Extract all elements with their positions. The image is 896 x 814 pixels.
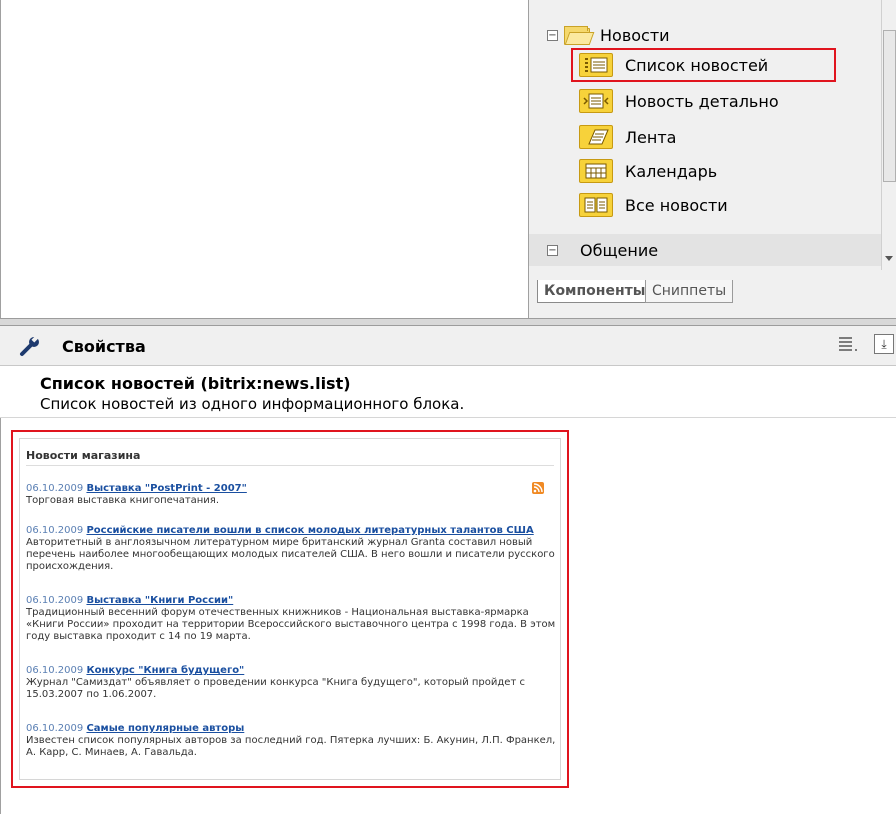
calendar-icon — [579, 159, 613, 183]
news-title-link[interactable]: Самые популярные авторы — [86, 723, 244, 734]
news-text: Торговая выставка книгопечатания. — [26, 495, 220, 506]
all-news-icon — [579, 193, 613, 217]
components-panel: − Новости Список новостей Новость деталь… — [529, 0, 896, 318]
tree-item-label: Список новостей — [625, 55, 769, 75]
news-title-link[interactable]: Выставка "PostPrint - 2007" — [86, 483, 246, 494]
news-item: 06.10.2009 Российские писатели вошли в с… — [26, 525, 556, 573]
component-info: Список новостей (bitrix:news.list) Списо… — [0, 366, 896, 418]
news-date: 06.10.2009 — [26, 483, 84, 494]
tree-group-label: Общение — [580, 240, 659, 260]
editor-blank-area — [0, 0, 529, 318]
download-icon[interactable]: ⤓ — [874, 334, 894, 354]
news-text: Журнал "Самиздат" объявляет о проведении… — [26, 677, 525, 700]
news-title-link[interactable]: Выставка "Книги России" — [86, 595, 233, 606]
preview-area: Новости магазина 06.10.2009 Выставка "Po… — [0, 418, 896, 814]
news-item: 06.10.2009 Конкурс "Книга будущего" Журн… — [26, 665, 556, 701]
preview-highlight: Новости магазина 06.10.2009 Выставка "Po… — [11, 430, 569, 788]
news-title-link[interactable]: Российские писатели вошли в список молод… — [86, 525, 533, 536]
tab-snippets[interactable]: Сниппеты — [645, 280, 734, 303]
component-name: Список новостей (bitrix:news.list) — [40, 374, 351, 393]
tree-group-label: Новости — [600, 25, 670, 45]
news-date: 06.10.2009 — [26, 665, 84, 676]
scrollbar-thumb[interactable] — [883, 30, 896, 182]
news-item: 06.10.2009 Самые популярные авторы Извес… — [26, 723, 556, 759]
tree-item-label: Новость детально — [625, 91, 779, 111]
news-text: Традиционный весенний форум отечественны… — [26, 607, 556, 642]
tree-item-news-line[interactable]: Лента — [579, 122, 676, 152]
tree-group-communication[interactable]: − Общение — [529, 234, 881, 266]
tree-item-news-list[interactable]: Список новостей — [579, 50, 768, 80]
news-date: 06.10.2009 — [26, 723, 84, 734]
panel-splitter[interactable] — [0, 318, 896, 326]
tree-item-label: Календарь — [625, 161, 718, 181]
tree-scrollbar[interactable] — [881, 0, 896, 270]
news-text: Авторитетный в англоязычном литературном… — [26, 537, 555, 572]
list-menu-icon[interactable] — [838, 336, 858, 352]
collapse-toggle-icon[interactable]: − — [547, 244, 558, 256]
news-line-icon — [579, 125, 613, 149]
tree-item-label: Лента — [625, 127, 677, 147]
scroll-down-arrow-icon[interactable] — [885, 256, 893, 262]
news-title-link[interactable]: Конкурс "Книга будущего" — [86, 665, 244, 676]
news-preview: Новости магазина 06.10.2009 Выставка "Po… — [19, 438, 561, 780]
news-text: Известен список популярных авторов за по… — [26, 735, 556, 758]
news-list-icon — [579, 53, 613, 77]
component-description: Список новостей из одного информационног… — [40, 395, 465, 413]
panel-tabs: Компоненты Сниппеты — [529, 270, 896, 318]
news-date: 06.10.2009 — [26, 525, 84, 536]
tree-group-news[interactable]: − Новости — [547, 20, 670, 50]
components-tree: − Новости Список новостей Новость деталь… — [529, 0, 881, 270]
news-item: 06.10.2009 Выставка "Книги России" Тради… — [26, 595, 556, 643]
tree-item-all-news[interactable]: Все новости — [579, 190, 728, 220]
tree-item-news-detail[interactable]: Новость детально — [579, 86, 779, 116]
title-divider — [26, 465, 554, 466]
news-detail-icon — [579, 89, 613, 113]
properties-title: Свойства — [62, 337, 146, 356]
collapse-toggle-icon[interactable]: − — [547, 29, 558, 41]
properties-header: Свойства ⤓ — [0, 326, 896, 366]
news-date: 06.10.2009 — [26, 595, 84, 606]
news-item: 06.10.2009 Выставка "PostPrint - 2007" Т… — [26, 483, 556, 507]
tab-components[interactable]: Компоненты — [537, 280, 653, 303]
tree-item-calendar[interactable]: Календарь — [579, 156, 717, 186]
open-folder-icon — [564, 26, 595, 45]
preview-title: Новости магазина — [26, 449, 141, 462]
wrench-icon — [20, 335, 39, 356]
tree-item-label: Все новости — [625, 195, 728, 215]
